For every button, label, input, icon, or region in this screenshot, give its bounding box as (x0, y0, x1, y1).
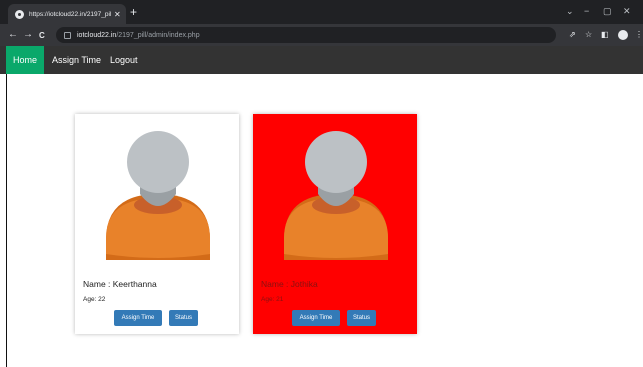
minimize-icon[interactable]: − (584, 6, 589, 16)
lock-icon[interactable] (64, 31, 71, 39)
reload-icon[interactable]: C (39, 30, 45, 42)
user-name: Name : Jothika (261, 279, 318, 289)
globe-icon (15, 9, 24, 19)
tab-search-icon[interactable]: ⌄ (566, 6, 574, 16)
url-host: iotcloud22.in (77, 31, 117, 39)
page-border (6, 74, 7, 367)
user-name: Name : Keerthanna (83, 279, 157, 289)
avatar-icon (106, 131, 210, 260)
back-icon[interactable]: ← (8, 29, 18, 41)
browser-tab[interactable]: https://iotcloud22.in/2197_pill/a ✕ (8, 4, 126, 24)
assign-time-button[interactable]: Assign Time (114, 310, 162, 326)
tab-title: https://iotcloud22.in/2197_pill/a (29, 10, 111, 18)
user-card: Name : Keerthanna Age: 22 Assign Time St… (75, 114, 239, 334)
nav-home[interactable]: Home (6, 46, 44, 74)
maximize-icon[interactable]: ▢ (603, 6, 612, 16)
url-path: /2197_pill/admin/index.php (116, 31, 200, 39)
nav-logout[interactable]: Logout (110, 46, 138, 74)
new-tab-icon[interactable]: + (130, 5, 137, 19)
avatar-icon (284, 131, 388, 260)
browser-tab-strip: https://iotcloud22.in/2197_pill/a ✕ + ⌄ … (0, 0, 643, 24)
user-card: Name : Jothika Age: 21 Assign Time Statu… (253, 114, 417, 334)
nav-assign-time[interactable]: Assign Time (52, 46, 101, 74)
user-age: Age: 22 (83, 296, 106, 303)
browser-toolbar: ← → C iotcloud22.in/2197_pill/admin/inde… (0, 24, 643, 46)
user-age: Age: 21 (261, 296, 284, 303)
profile-icon[interactable] (618, 30, 628, 40)
url-text: iotcloud22.in/2197_pill/admin/index.php (77, 32, 200, 39)
status-button[interactable]: Status (347, 310, 376, 326)
menu-icon[interactable]: ⋮ (635, 30, 643, 40)
sidepanel-icon[interactable]: ◧ (601, 30, 609, 40)
star-icon[interactable]: ☆ (585, 30, 592, 40)
forward-icon[interactable]: → (23, 29, 33, 41)
app-navbar: Home Assign Time Logout (0, 46, 643, 74)
tab-close-icon[interactable]: ✕ (114, 10, 121, 19)
share-icon[interactable]: ⇗ (569, 30, 576, 40)
assign-time-button[interactable]: Assign Time (292, 310, 340, 326)
address-bar[interactable]: iotcloud22.in/2197_pill/admin/index.php (56, 27, 556, 43)
status-button[interactable]: Status (169, 310, 198, 326)
close-window-icon[interactable]: ✕ (623, 6, 631, 16)
